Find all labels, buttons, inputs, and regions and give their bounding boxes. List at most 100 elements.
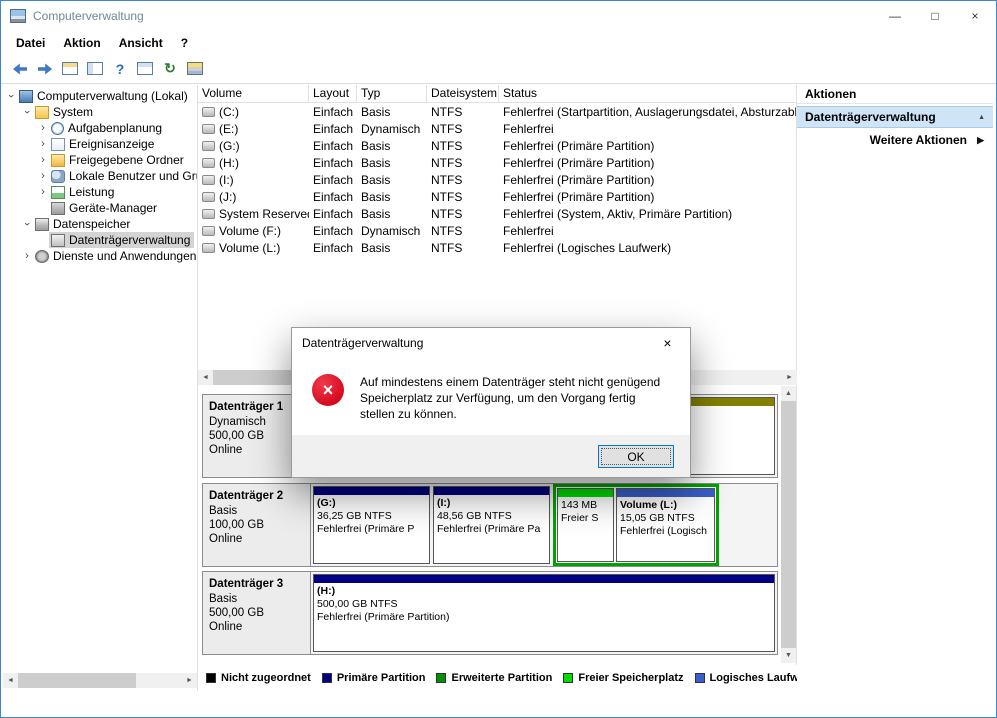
free-space-block[interactable]: 143 MB Freier S xyxy=(557,488,614,562)
sidebar-item-datenspeicher[interactable]: › Datenspeicher xyxy=(3,216,197,232)
chevron-collapsed-icon[interactable]: › xyxy=(37,170,49,182)
volume-name: (I:) xyxy=(219,172,234,187)
sidebar-item-system[interactable]: › System xyxy=(3,104,197,120)
scrollbar-thumb[interactable] xyxy=(781,401,796,648)
partition-i-block[interactable]: (I:) 48,56 GB NTFS Fehlerfrei (Primäre P… xyxy=(433,486,550,564)
disk-name: Datenträger 3 xyxy=(209,578,284,590)
disk-3-label[interactable]: Datenträger 3 Basis 500,00 GB Online xyxy=(203,572,311,654)
sidebar-item-ereignisanzeige[interactable]: › Ereignisanzeige xyxy=(3,136,197,152)
chevron-collapsed-icon[interactable]: › xyxy=(37,186,49,198)
actions-section-datentraegerverwaltung[interactable]: Datenträgerverwaltung ▲ xyxy=(797,106,993,128)
partition-h-block[interactable]: (H:) 500,00 GB NTFS Fehlerfrei (Primäre … xyxy=(313,574,775,652)
scroll-left-icon[interactable]: ◄ xyxy=(198,370,213,385)
volume-row-i[interactable]: (I:) Einfach Basis NTFS Fehlerfrei (Prim… xyxy=(198,171,796,188)
dialog-footer: OK xyxy=(292,435,690,477)
disk-2-label[interactable]: Datenträger 2 Basis 100,00 GB Online xyxy=(203,484,311,566)
chevron-expanded-icon[interactable]: › xyxy=(5,90,17,102)
sidebar-item-datentraegerverwaltung[interactable]: Datenträgerverwaltung xyxy=(3,232,197,248)
scroll-right-icon[interactable]: ► xyxy=(182,673,197,688)
properties-icon[interactable] xyxy=(136,61,154,77)
menu-ansicht[interactable]: Ansicht xyxy=(110,33,172,53)
forward-icon[interactable] xyxy=(36,61,54,77)
chevron-collapsed-icon[interactable]: › xyxy=(21,250,33,262)
disk-kind: Basis xyxy=(209,593,238,605)
action-pane-icon[interactable] xyxy=(186,61,204,77)
disk-state: Online xyxy=(209,533,243,545)
scroll-right-icon[interactable]: ► xyxy=(782,370,797,385)
partition-status: Fehlerfrei (Logisch xyxy=(620,525,707,537)
column-header-dateisystem[interactable]: Dateisystem xyxy=(427,85,499,102)
column-header-typ[interactable]: Typ xyxy=(357,85,427,102)
legend-item: Freier Speicherplatz xyxy=(563,672,684,684)
partition-title: Volume (L:) xyxy=(620,499,677,511)
volume-row-h[interactable]: (H:) Einfach Basis NTFS Fehlerfrei (Prim… xyxy=(198,154,796,171)
users-icon xyxy=(51,169,65,183)
scrollbar-track[interactable] xyxy=(136,673,182,688)
sidebar-item-lokale-benutzer[interactable]: › Lokale Benutzer und Gru xyxy=(3,168,197,184)
column-header-status[interactable]: Status xyxy=(499,85,796,102)
disk-view-vertical-scrollbar[interactable]: ▲ ▼ xyxy=(781,386,796,663)
volume-row-j[interactable]: (J:) Einfach Basis NTFS Fehlerfrei (Prim… xyxy=(198,188,796,205)
legend-item: Primäre Partition xyxy=(321,672,426,684)
chevron-collapsed-icon[interactable]: › xyxy=(37,122,49,134)
scroll-down-icon[interactable]: ▼ xyxy=(781,648,796,663)
tree-horizontal-scrollbar[interactable]: ◄ ► xyxy=(3,673,197,688)
sidebar-item-dienste-und-anwendungen[interactable]: › Dienste und Anwendungen xyxy=(3,248,197,264)
minimize-button[interactable]: — xyxy=(875,1,915,31)
help-icon[interactable]: ? xyxy=(111,61,129,77)
volume-row-l[interactable]: Volume (L:) Einfach Basis NTFS Fehlerfre… xyxy=(198,239,796,256)
sidebar-item-leistung[interactable]: › Leistung xyxy=(3,184,197,200)
dialog-close-icon[interactable]: × xyxy=(645,328,690,358)
menu-hilfe[interactable]: ? xyxy=(172,33,197,53)
scroll-left-icon[interactable]: ◄ xyxy=(3,673,18,688)
export-list-icon[interactable] xyxy=(61,61,79,77)
volume-l-block[interactable]: Volume (L:) 15,05 GB NTFS Fehlerfrei (Lo… xyxy=(616,488,715,562)
logical-drive-strip xyxy=(617,489,714,497)
volume-name: (H:) xyxy=(219,155,239,170)
collapse-chevron-icon[interactable]: ▲ xyxy=(978,114,985,121)
free-space-color-swatch xyxy=(563,673,574,683)
scrollbar-thumb[interactable] xyxy=(18,673,136,688)
dialog-titlebar[interactable]: Datenträgerverwaltung × xyxy=(292,328,690,358)
volume-name: (G:) xyxy=(219,138,240,153)
menu-aktion[interactable]: Aktion xyxy=(54,33,109,53)
volume-icon xyxy=(202,123,215,134)
legend-label: Primäre Partition xyxy=(336,672,426,684)
volume-row-e[interactable]: (E:) Einfach Dynamisch NTFS Fehlerfrei xyxy=(198,120,796,137)
refresh-icon[interactable]: ↻ xyxy=(161,60,179,77)
chevron-collapsed-icon[interactable]: › xyxy=(37,154,49,166)
sidebar-item-geraete-manager[interactable]: Geräte-Manager xyxy=(3,200,197,216)
volume-row-f[interactable]: Volume (F:) Einfach Dynamisch NTFS Fehle… xyxy=(198,222,796,239)
back-icon[interactable] xyxy=(11,61,29,77)
close-button[interactable]: × xyxy=(955,1,995,31)
unallocated-color-swatch xyxy=(206,673,216,683)
app-icon xyxy=(10,9,26,23)
partition-g-block[interactable]: (G:) 36,25 GB NTFS Fehlerfrei (Primäre P xyxy=(313,486,430,564)
chevron-expanded-icon[interactable]: › xyxy=(21,218,33,230)
window-title: Computerverwaltung xyxy=(33,9,144,23)
sidebar-item-computerverwaltung-lokal[interactable]: › Computerverwaltung (Lokal) xyxy=(3,88,197,104)
scroll-up-icon[interactable]: ▲ xyxy=(781,386,796,401)
ok-button[interactable]: OK xyxy=(598,445,674,468)
partition-status: Fehlerfrei (Primäre Pa xyxy=(437,523,541,535)
volume-typ: Basis xyxy=(361,172,391,187)
volume-row-c[interactable]: (C:) Einfach Basis NTFS Fehlerfrei (Star… xyxy=(198,103,796,120)
chevron-expanded-icon[interactable]: › xyxy=(21,106,33,118)
dialog-body: × Auf mindestens einem Datenträger steht… xyxy=(292,358,690,435)
chevron-collapsed-icon[interactable]: › xyxy=(37,138,49,150)
show-console-tree-icon[interactable] xyxy=(86,61,104,77)
more-actions-item[interactable]: Weitere Aktionen ▶ xyxy=(797,128,993,152)
column-header-layout[interactable]: Layout xyxy=(309,85,357,102)
menubar: Datei Aktion Ansicht ? xyxy=(1,31,996,54)
maximize-button[interactable]: □ xyxy=(915,1,955,31)
volume-row-system-reserved[interactable]: System Reserved Einfach Basis NTFS Fehle… xyxy=(198,205,796,222)
menu-datei[interactable]: Datei xyxy=(7,33,54,53)
logical-drive-color-swatch xyxy=(694,673,705,683)
volume-icon xyxy=(202,174,215,185)
sidebar-item-freigegebene-ordner[interactable]: › Freigegebene Ordner xyxy=(3,152,197,168)
column-header-volume[interactable]: Volume xyxy=(198,85,309,102)
volume-row-g[interactable]: (G:) Einfach Basis NTFS Fehlerfrei (Prim… xyxy=(198,137,796,154)
sidebar-item-aufgabenplanung[interactable]: › Aufgabenplanung xyxy=(3,120,197,136)
titlebar[interactable]: Computerverwaltung — □ × xyxy=(1,1,996,31)
volume-name: (J:) xyxy=(219,189,237,204)
